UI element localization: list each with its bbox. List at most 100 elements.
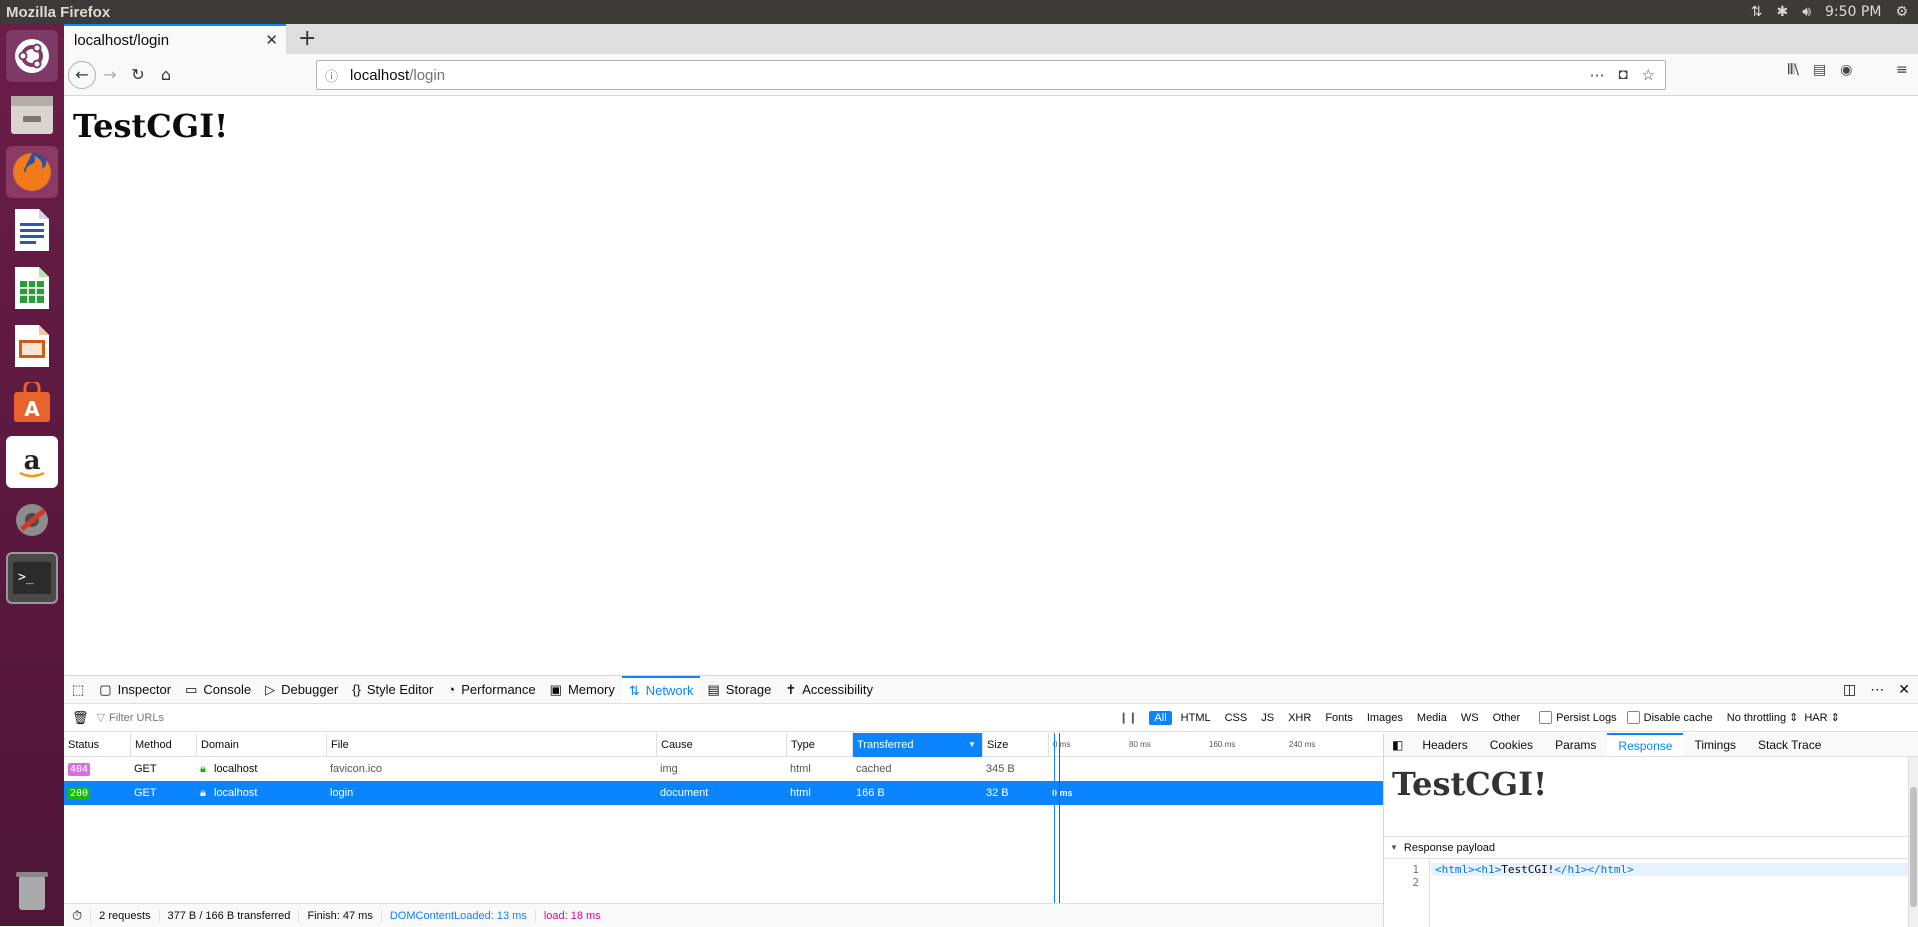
filter-ws[interactable]: WS (1456, 711, 1484, 725)
close-devtools-icon[interactable]: ✕ (1898, 681, 1910, 698)
new-tab-icon[interactable]: + (298, 26, 316, 51)
filter-css[interactable]: CSS (1220, 711, 1253, 725)
col-method[interactable]: Method (130, 733, 196, 757)
tab-strip: localhost/login ✕ + (64, 24, 1918, 54)
dock-icon[interactable]: ◫ (1843, 681, 1856, 698)
line-gutter: 1 2 (1384, 859, 1430, 927)
tab-timings[interactable]: Timings (1683, 733, 1747, 756)
amazon-icon[interactable]: a (6, 436, 58, 488)
details-tabs: ◧ Headers Cookies Params Response Timing… (1384, 733, 1918, 757)
firefox-icon[interactable] (6, 146, 58, 198)
sidebar-icon[interactable]: ▤ (1813, 62, 1826, 78)
terminal-icon[interactable]: >_ (6, 552, 58, 604)
writer-icon[interactable] (6, 204, 58, 256)
code-tag: </h1></html> (1554, 863, 1634, 876)
tab-style-editor[interactable]: {} Style Editor (345, 676, 440, 703)
col-file[interactable]: File (326, 733, 656, 757)
preview-heading: TestCGI! (1392, 765, 1548, 803)
library-icon[interactable]: 𝄃𝄃\ (1788, 62, 1799, 78)
performance-analysis-icon[interactable]: ⏱ (64, 907, 92, 924)
forward-icon[interactable]: → (96, 61, 124, 89)
volume-icon[interactable]: 🔊︎ (1802, 4, 1811, 20)
col-domain[interactable]: Domain (196, 733, 326, 757)
files-icon[interactable] (6, 88, 58, 140)
filter-html[interactable]: HTML (1176, 711, 1216, 725)
scrollbar-thumb[interactable] (1910, 787, 1917, 907)
disable-cache-checkbox[interactable]: Disable cache (1626, 711, 1713, 724)
pause-icon[interactable]: ❙❙ (1119, 711, 1137, 724)
tab-stack-trace[interactable]: Stack Trace (1747, 733, 1832, 756)
tab-label: Performance (461, 682, 536, 697)
trash-icon[interactable] (6, 864, 58, 916)
filter-js[interactable]: JS (1256, 711, 1279, 725)
reload-icon[interactable]: ↻ (124, 61, 152, 89)
persist-logs-checkbox[interactable]: Persist Logs (1539, 711, 1617, 724)
tab-params[interactable]: Params (1544, 733, 1607, 756)
tab-cookies[interactable]: Cookies (1479, 733, 1544, 756)
pocket-icon[interactable]: ◘ (1618, 66, 1627, 84)
payload-code[interactable]: 1 2 <html><h1>TestCGI!</h1></html> (1384, 859, 1918, 927)
back-icon[interactable]: ← (68, 60, 96, 89)
tab-accessibility[interactable]: ✝ Accessibility (778, 676, 880, 703)
col-cause[interactable]: Cause (656, 733, 786, 757)
tab-debugger[interactable]: ▷ Debugger (258, 676, 345, 703)
throttling-select[interactable]: No throttling ⇕ (1727, 711, 1799, 724)
calc-icon[interactable] (6, 262, 58, 314)
tab-console[interactable]: ▭ Console (178, 676, 258, 703)
account-icon[interactable]: ◉ (1840, 62, 1852, 78)
system-settings-icon[interactable] (6, 494, 58, 546)
tab-network[interactable]: ⇅ Network (621, 676, 701, 703)
tab-inspector[interactable]: ▢ Inspector (92, 676, 178, 703)
filter-images[interactable]: Images (1362, 711, 1408, 725)
payload-section-header[interactable]: ▼ Response payload (1384, 837, 1918, 859)
home-icon[interactable]: ⌂ (152, 61, 180, 89)
lock-icon: 🔒︎ (200, 787, 206, 799)
impress-icon[interactable] (6, 320, 58, 372)
network-icon[interactable]: ⇅ (1751, 4, 1763, 20)
line-number: 2 (1412, 876, 1419, 889)
bookmark-star-icon[interactable]: ☆ (1642, 66, 1655, 84)
site-info-icon[interactable]: ⓘ (325, 66, 338, 85)
tab-headers[interactable]: Headers (1411, 733, 1478, 756)
close-tab-icon[interactable]: ✕ (265, 31, 278, 49)
table-row[interactable]: 200 GET 🔒︎ localhost login document html… (64, 781, 1383, 805)
col-status[interactable]: Status (64, 733, 130, 757)
cell-domain: localhost (214, 787, 258, 799)
clock[interactable]: 9:50 PM (1825, 4, 1881, 20)
filter-media[interactable]: Media (1412, 711, 1452, 725)
tab-response[interactable]: Response (1607, 733, 1684, 756)
system-indicators[interactable]: ⇅ ✱ 🔊︎ 9:50 PM ⚙ (1751, 4, 1918, 20)
filter-xhr[interactable]: XHR (1283, 711, 1316, 725)
har-menu[interactable]: HAR ⇕ (1804, 711, 1840, 724)
ubuntu-dash-icon[interactable] (6, 30, 58, 82)
url-bar[interactable]: ⓘ localhost/login ⋯ ◘ ☆ (316, 60, 1666, 90)
bluetooth-icon[interactable]: ✱ (1776, 4, 1788, 20)
cell-domain: localhost (214, 763, 258, 775)
col-waterfall[interactable]: 0 ms 80 ms 160 ms 240 ms (1048, 733, 1383, 757)
payload-label: Response payload (1403, 841, 1496, 854)
element-picker-icon[interactable]: ⬚ (64, 676, 92, 703)
filter-fonts[interactable]: Fonts (1320, 711, 1358, 725)
svg-text:a: a (24, 446, 41, 476)
tab-performance[interactable]: ◔ Performance (440, 676, 542, 703)
storage-icon: ▤ (707, 681, 720, 697)
tab-storage[interactable]: ▤ Storage (700, 676, 778, 703)
browser-tab[interactable]: localhost/login ✕ (64, 24, 286, 54)
devtools-menu-icon[interactable]: ⋯ (1870, 681, 1884, 698)
settings-gear-icon[interactable]: ⚙ (1895, 4, 1908, 20)
col-transferred[interactable]: Transferred ▼ (852, 733, 982, 757)
code-tag: <html><h1> (1435, 863, 1502, 876)
col-type[interactable]: Type (786, 733, 852, 757)
menu-icon[interactable]: ≡ (1896, 62, 1908, 78)
table-row[interactable]: 404 GET 🔒︎ localhost favicon.ico img htm… (64, 757, 1383, 781)
toggle-panel-icon[interactable]: ◧ (1384, 733, 1411, 756)
scrollbar[interactable] (1908, 757, 1918, 927)
filter-urls-input[interactable] (108, 711, 1109, 724)
clear-trash-icon[interactable]: 🗑︎ (64, 710, 97, 726)
page-actions-icon[interactable]: ⋯ (1589, 66, 1604, 84)
filter-other[interactable]: Other (1488, 711, 1526, 725)
col-size[interactable]: Size (982, 733, 1048, 757)
software-center-icon[interactable]: A (6, 378, 58, 430)
filter-all[interactable]: All (1149, 710, 1172, 725)
tab-memory[interactable]: ▣ Memory (543, 676, 622, 703)
